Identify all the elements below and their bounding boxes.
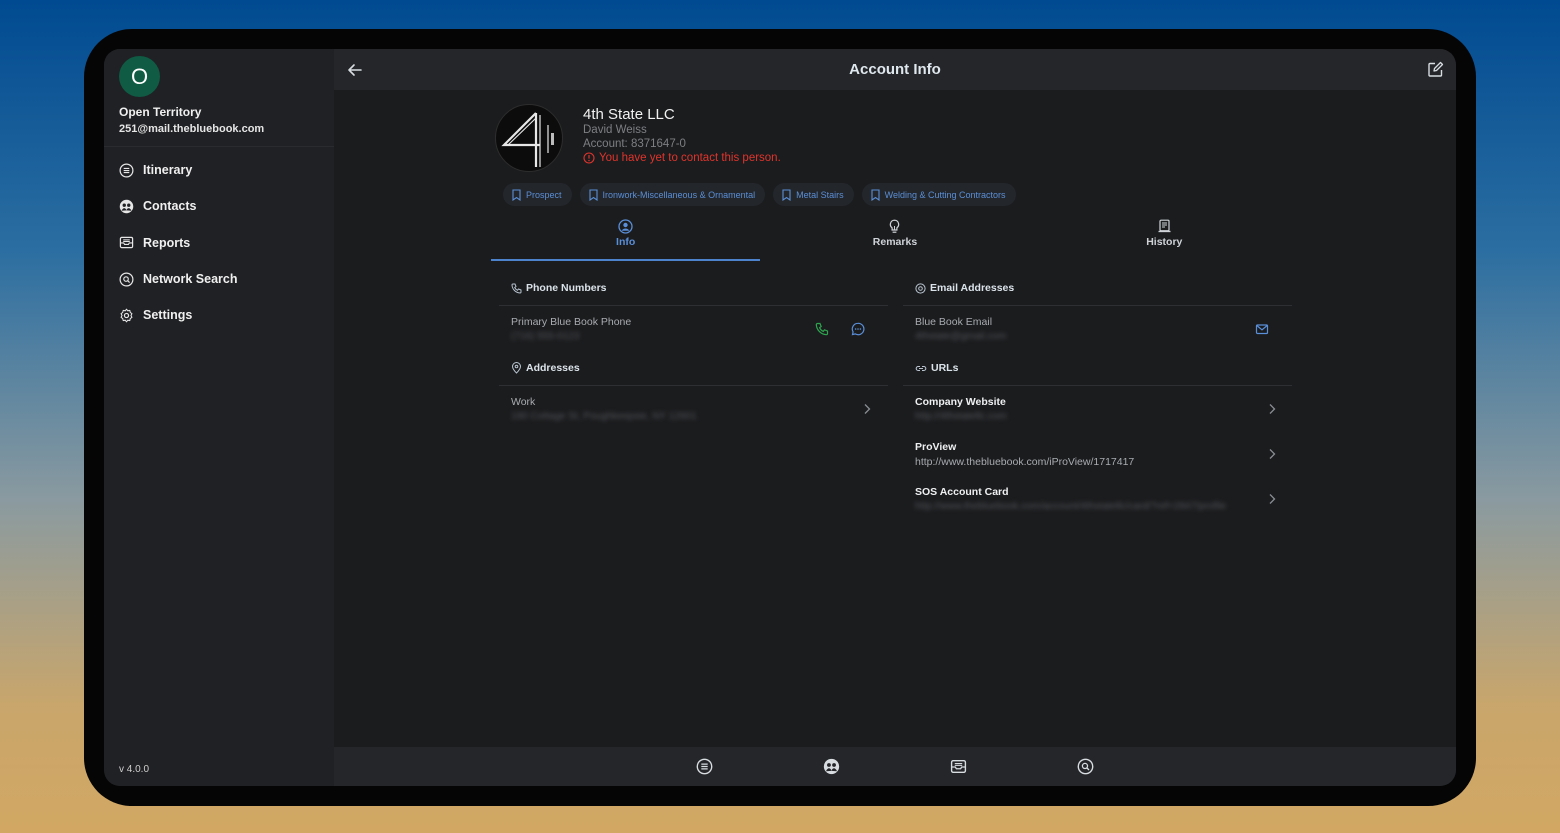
chip-label: Prospect (526, 189, 562, 200)
sidebar-item-reports[interactable]: Reports (104, 225, 334, 261)
tab-history[interactable]: History (1030, 215, 1299, 261)
bookmark-icon (871, 188, 880, 201)
phone-value[interactable]: (716) 555-0123 (511, 331, 579, 342)
section-title: Addresses (526, 362, 580, 374)
account-number: Account: 8371647-0 (583, 138, 686, 150)
sidebar-item-itinerary[interactable]: Itinerary (104, 152, 334, 188)
sidebar-item-label: Network Search (143, 272, 238, 287)
bottom-nav (334, 747, 1456, 786)
tab-label: Remarks (872, 236, 918, 248)
sidebar-item-network-search[interactable]: Network Search (104, 261, 334, 297)
warning-text: You have yet to contact this person. (599, 152, 781, 164)
chevron-right-icon[interactable] (1267, 447, 1277, 459)
bookmark-icon (512, 188, 521, 201)
account-tabs: Info Remarks History (491, 215, 1299, 261)
avatar[interactable]: O (119, 56, 160, 97)
sidebar-item-label: Itinerary (143, 163, 193, 178)
address-value[interactable]: 190 Cottage St, Poughkeepsie, NY 12601 (511, 411, 697, 422)
mail-icon[interactable] (1255, 322, 1269, 336)
email-value[interactable]: 4thstate@gmail.com (915, 331, 1006, 342)
phone-numbers-heading: Phone Numbers (511, 282, 607, 294)
sidebar-item-contacts[interactable]: Contacts (104, 188, 334, 224)
email-addresses-heading: Email Addresses (915, 282, 1014, 294)
classification-chips: Prospect Ironwork-Miscellaneous & Orname… (503, 183, 1016, 206)
lightbulb-icon (890, 219, 900, 233)
chevron-right-icon[interactable] (1267, 492, 1277, 504)
tab-label: History (1146, 236, 1183, 248)
contacts-icon[interactable] (823, 758, 840, 775)
user-name: Open Territory (119, 105, 202, 119)
section-title: Phone Numbers (526, 282, 607, 294)
address-label: Work (511, 396, 536, 408)
person-icon (618, 219, 633, 234)
history-icon (1158, 219, 1171, 233)
chip-prospect[interactable]: Prospect (503, 183, 572, 206)
phone-icon (511, 283, 522, 294)
divider (903, 305, 1292, 306)
list-icon (119, 163, 134, 178)
url-label: SOS Account Card (915, 486, 1009, 498)
chip-label: Metal Stairs (796, 189, 844, 200)
alert-icon (583, 152, 595, 164)
divider (104, 146, 334, 147)
contact-name: David Weiss (583, 124, 647, 136)
url-value[interactable]: http://4thstatellc.com (915, 411, 1007, 422)
section-title: Email Addresses (930, 282, 1015, 294)
location-pin-icon (511, 362, 522, 374)
section-title: URLs (931, 362, 959, 374)
bookmark-icon (588, 188, 598, 201)
tab-label: Info (616, 236, 636, 248)
url-label: Company Website (915, 396, 1006, 408)
sidebar-item-label: Contacts (143, 199, 197, 214)
url-label: ProView (915, 441, 957, 453)
app-version: v 4.0.0 (119, 764, 150, 775)
sidebar-nav: Itinerary Contacts Reports Network Searc… (104, 152, 334, 333)
contact-warning: You have yet to contact this person. (583, 152, 781, 164)
message-icon[interactable] (851, 322, 865, 336)
edit-icon[interactable] (1427, 61, 1444, 78)
network-search-icon (119, 272, 134, 287)
bookmark-icon (782, 188, 791, 201)
tab-remarks[interactable]: Remarks (760, 215, 1029, 261)
divider (499, 385, 888, 386)
reports-icon (119, 235, 134, 250)
divider (499, 305, 888, 306)
chevron-right-icon[interactable] (862, 402, 872, 414)
chip-label: Welding & Cutting Contractors (884, 189, 1006, 200)
chip-label: Ironwork-Miscellaneous & Ornamental (602, 189, 756, 200)
network-search-icon[interactable] (1077, 758, 1094, 775)
call-icon[interactable] (815, 322, 829, 336)
at-icon (915, 282, 926, 294)
url-value[interactable]: http://www.thebluebook.com/account/4thst… (915, 501, 1250, 512)
page-title: Account Info (849, 61, 941, 78)
company-name: 4th State LLC (583, 106, 675, 123)
main-content: Account Info 4th State LLC David Weiss A… (334, 49, 1456, 786)
tab-info[interactable]: Info (491, 215, 761, 261)
sidebar-item-settings[interactable]: Settings (104, 297, 334, 333)
chip-metal-stairs[interactable]: Metal Stairs (773, 183, 854, 206)
divider (903, 385, 1292, 386)
top-bar: Account Info (334, 49, 1456, 90)
user-email: 251@mail.thebluebook.com (119, 123, 265, 135)
reports-icon[interactable] (950, 758, 967, 775)
url-value[interactable]: http://www.thebluebook.com/iProView/1717… (915, 456, 1134, 468)
chevron-right-icon[interactable] (1267, 402, 1277, 414)
app-screen: O Open Territory 251@mail.thebluebook.co… (104, 49, 1456, 786)
sidebar-item-label: Settings (143, 308, 193, 323)
sidebar-item-label: Reports (143, 235, 191, 250)
email-label: Blue Book Email (915, 316, 993, 328)
urls-heading: URLs (915, 362, 958, 374)
sidebar: O Open Territory 251@mail.thebluebook.co… (104, 49, 334, 786)
gear-icon (119, 308, 134, 323)
chip-welding[interactable]: Welding & Cutting Contractors (861, 183, 1016, 206)
phone-label: Primary Blue Book Phone (511, 316, 632, 328)
list-icon[interactable] (696, 758, 713, 775)
link-icon (915, 365, 927, 371)
addresses-heading: Addresses (511, 362, 580, 374)
company-logo (495, 104, 563, 172)
contacts-icon (119, 199, 134, 214)
chip-ironwork[interactable]: Ironwork-Miscellaneous & Ornamental (579, 183, 766, 206)
